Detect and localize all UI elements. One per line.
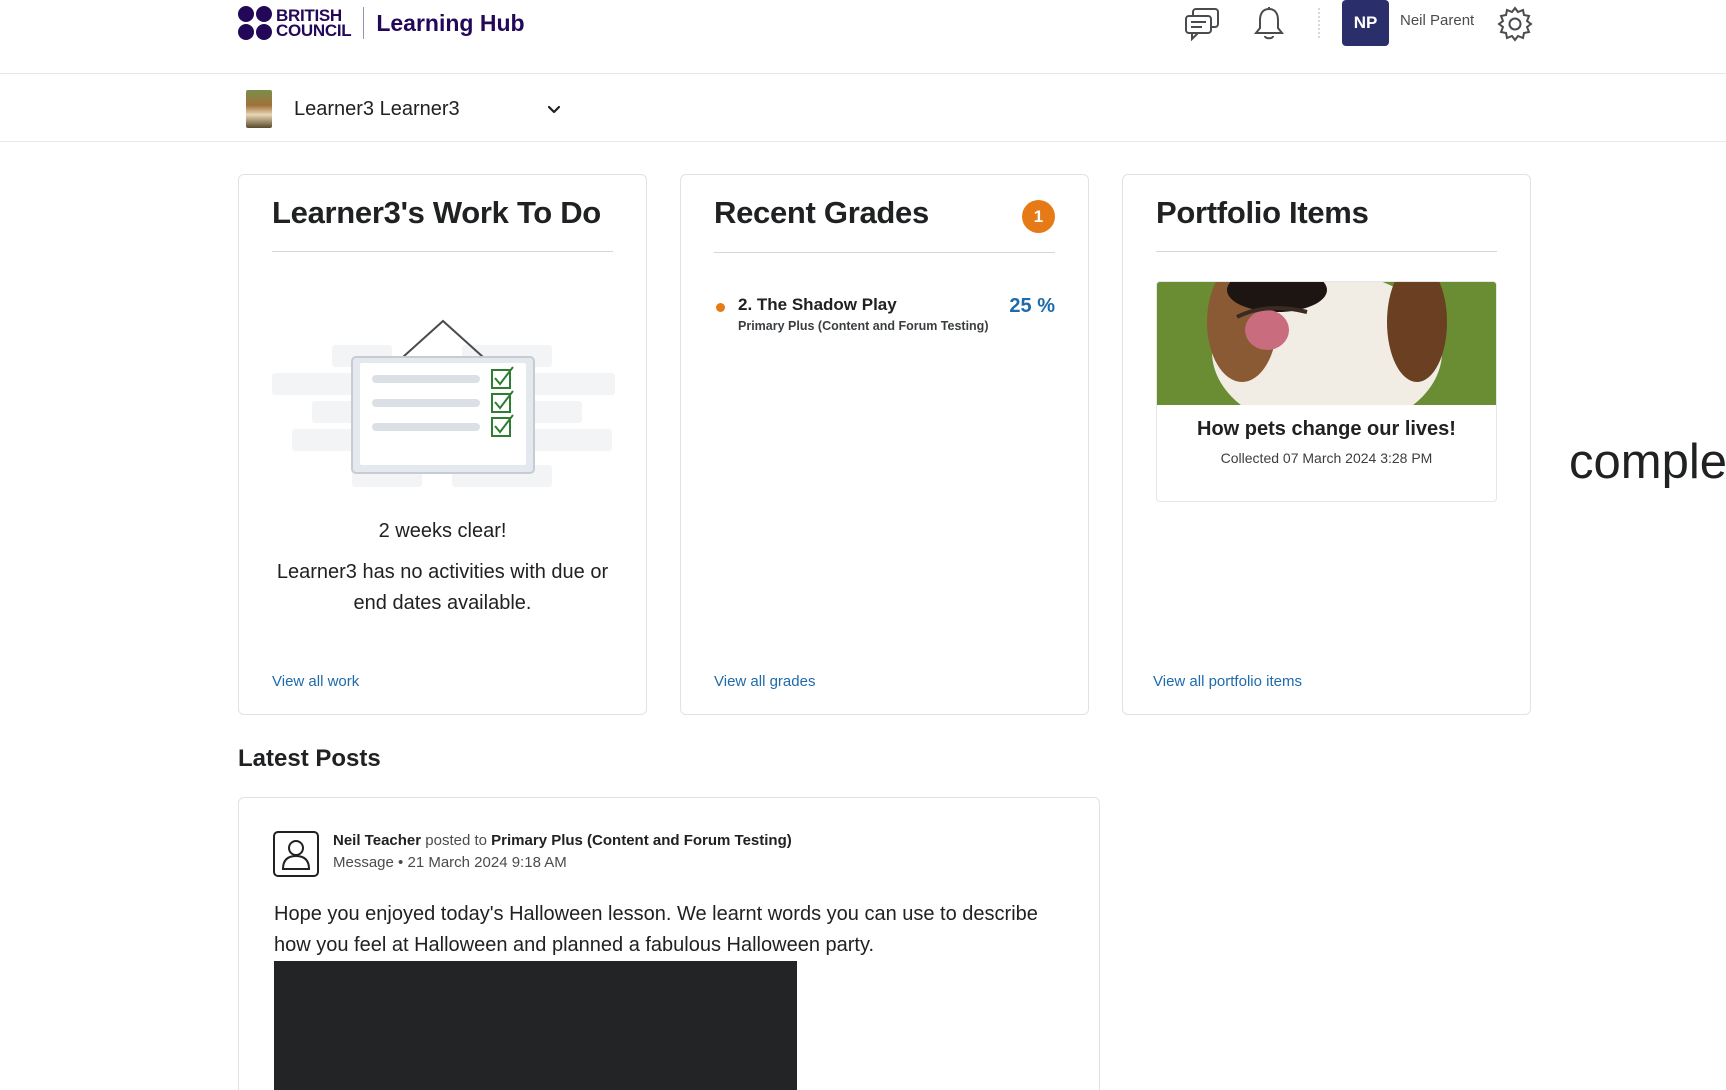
post-date: 21 March 2024 9:18 AM — [407, 854, 567, 871]
british-council-logo[interactable]: BRITISH COUNCIL Learning Hub — [238, 6, 525, 40]
portfolio-item-title: How pets change our lives! — [1197, 418, 1456, 440]
checklist-illustration-icon — [272, 319, 615, 487]
post-card: Neil Teacher posted to Primary Plus (Con… — [238, 797, 1100, 1090]
logo-divider — [363, 7, 365, 39]
empty-state-text: Learner3 has no activities with due or e… — [276, 561, 609, 614]
grade-item-course: Primary Plus (Content and Forum Testing) — [738, 319, 989, 333]
user-name[interactable]: Neil Parent — [1400, 12, 1474, 29]
post-action: posted to — [425, 832, 487, 849]
learner-selector[interactable]: Learner3 Learner3 — [246, 88, 566, 130]
view-all-grades-link[interactable]: View all grades — [714, 673, 815, 690]
learner-name: Learner3 Learner3 — [294, 97, 460, 120]
widget-title: Learner3's Work To Do — [272, 195, 601, 230]
widget-title: Recent Grades — [714, 195, 929, 230]
overflow-text: comple — [1569, 435, 1726, 489]
view-all-work-link[interactable]: View all work — [272, 673, 359, 690]
grade-count-badge: 1 — [1022, 200, 1055, 233]
post-meta-separator: • — [398, 854, 404, 871]
portfolio-items-widget: Portfolio Items How pets change our live… — [1122, 174, 1531, 715]
top-navbar: BRITISH COUNCIL Learning Hub NP Neil Par… — [0, 0, 1726, 74]
divider — [272, 251, 613, 252]
app-title: Learning Hub — [376, 9, 525, 36]
portfolio-item-card[interactable]: How pets change our lives! Collected 07 … — [1156, 281, 1497, 502]
user-avatar-icon — [273, 831, 319, 877]
grade-item[interactable]: 2. The Shadow Play Primary Plus (Content… — [714, 295, 1055, 339]
grade-item-name: 2. The Shadow Play — [738, 295, 897, 314]
view-all-portfolio-link[interactable]: View all portfolio items — [1153, 673, 1302, 690]
portfolio-item-meta: Collected 07 March 2024 3:28 PM — [1220, 450, 1433, 466]
post-meta: Message • 21 March 2024 9:18 AM — [333, 854, 567, 871]
logo-line-2: COUNCIL — [276, 21, 352, 40]
latest-posts-heading: Latest Posts — [238, 745, 381, 772]
learner-avatar — [246, 90, 272, 128]
post-target[interactable]: Primary Plus (Content and Forum Testing) — [491, 832, 792, 849]
user-avatar[interactable]: NP — [1342, 0, 1389, 46]
empty-state-title: 2 weeks clear! — [378, 520, 507, 542]
divider — [1156, 251, 1497, 252]
learner-selector-bar: Learner3 Learner3 — [0, 74, 1726, 142]
work-to-do-widget: Learner3's Work To Do 2 weeks clear! Lea… — [238, 174, 647, 715]
post-media[interactable] — [274, 961, 797, 1090]
settings-icon[interactable] — [1494, 4, 1536, 44]
logo-wordmark: BRITISH COUNCIL — [276, 7, 352, 40]
post-type: Message — [333, 854, 394, 871]
post-header: Neil Teacher posted to Primary Plus (Con… — [333, 832, 792, 849]
recent-grades-widget: Recent Grades 1 2. The Shadow Play Prima… — [680, 174, 1089, 715]
portfolio-item-image — [1157, 282, 1496, 405]
notifications-icon[interactable] — [1248, 4, 1290, 44]
post-author[interactable]: Neil Teacher — [333, 832, 421, 849]
grade-item-score: 25 % — [1009, 295, 1055, 317]
divider — [714, 252, 1055, 253]
chevron-down-icon — [547, 105, 561, 114]
logo-dots-icon — [238, 6, 272, 40]
post-body: Hope you enjoyed today's Halloween lesso… — [274, 903, 1038, 956]
new-grade-dot-icon — [716, 303, 725, 312]
header-divider — [1318, 8, 1320, 38]
widget-title: Portfolio Items — [1156, 195, 1369, 230]
messages-icon[interactable] — [1181, 4, 1223, 44]
